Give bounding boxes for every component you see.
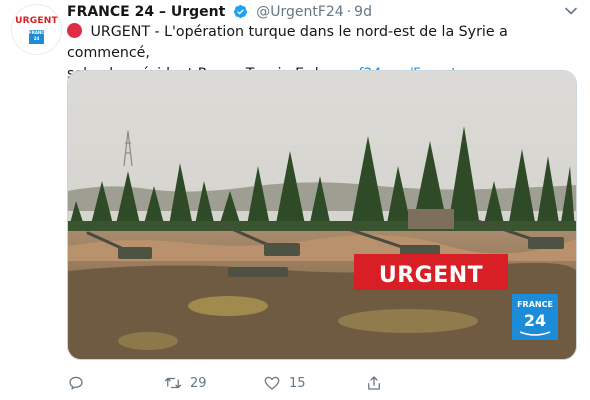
reply-button[interactable] <box>67 372 93 394</box>
heart-icon <box>264 376 280 390</box>
avatar-logo: FRANCE 24 <box>29 30 47 44</box>
retweet-button[interactable]: 29 <box>164 372 207 394</box>
separator: · <box>346 4 352 20</box>
account-handle[interactable]: @UrgentF24 <box>256 4 344 20</box>
tweet-media[interactable]: URGENT FRANCE 24 <box>67 70 577 360</box>
reply-icon <box>69 376 83 390</box>
chevron-down-icon[interactable] <box>564 4 578 18</box>
retweet-icon <box>164 377 182 389</box>
tweet-time[interactable]: 9d <box>354 4 372 20</box>
tweet-text-line1: URGENT - L'opération turque dans le nord… <box>67 24 508 61</box>
retweet-count: 29 <box>190 375 207 391</box>
tweet[interactable]: URGENT FRANCE 24 FRANCE 24 – Urgent @Urg… <box>0 0 590 400</box>
verified-badge-icon <box>233 4 247 19</box>
tweet-header: FRANCE 24 – Urgent @UrgentF24 · 9d <box>67 3 372 21</box>
account-name[interactable]: FRANCE 24 – Urgent <box>67 4 225 20</box>
logo-text-top: FRANCE <box>517 300 553 309</box>
red-circle-icon <box>67 23 82 38</box>
urgent-banner-text: URGENT <box>379 263 483 288</box>
like-count: 15 <box>289 375 306 391</box>
avatar-text: URGENT <box>15 16 58 26</box>
share-button[interactable] <box>365 372 383 394</box>
logo-text-num: 24 <box>524 311 546 330</box>
avatar[interactable]: URGENT FRANCE 24 <box>11 4 62 55</box>
share-icon <box>368 376 380 390</box>
media-photo: URGENT FRANCE 24 <box>68 71 576 359</box>
like-button[interactable]: 15 <box>263 372 306 394</box>
tweet-actions: 29 15 <box>67 372 397 394</box>
